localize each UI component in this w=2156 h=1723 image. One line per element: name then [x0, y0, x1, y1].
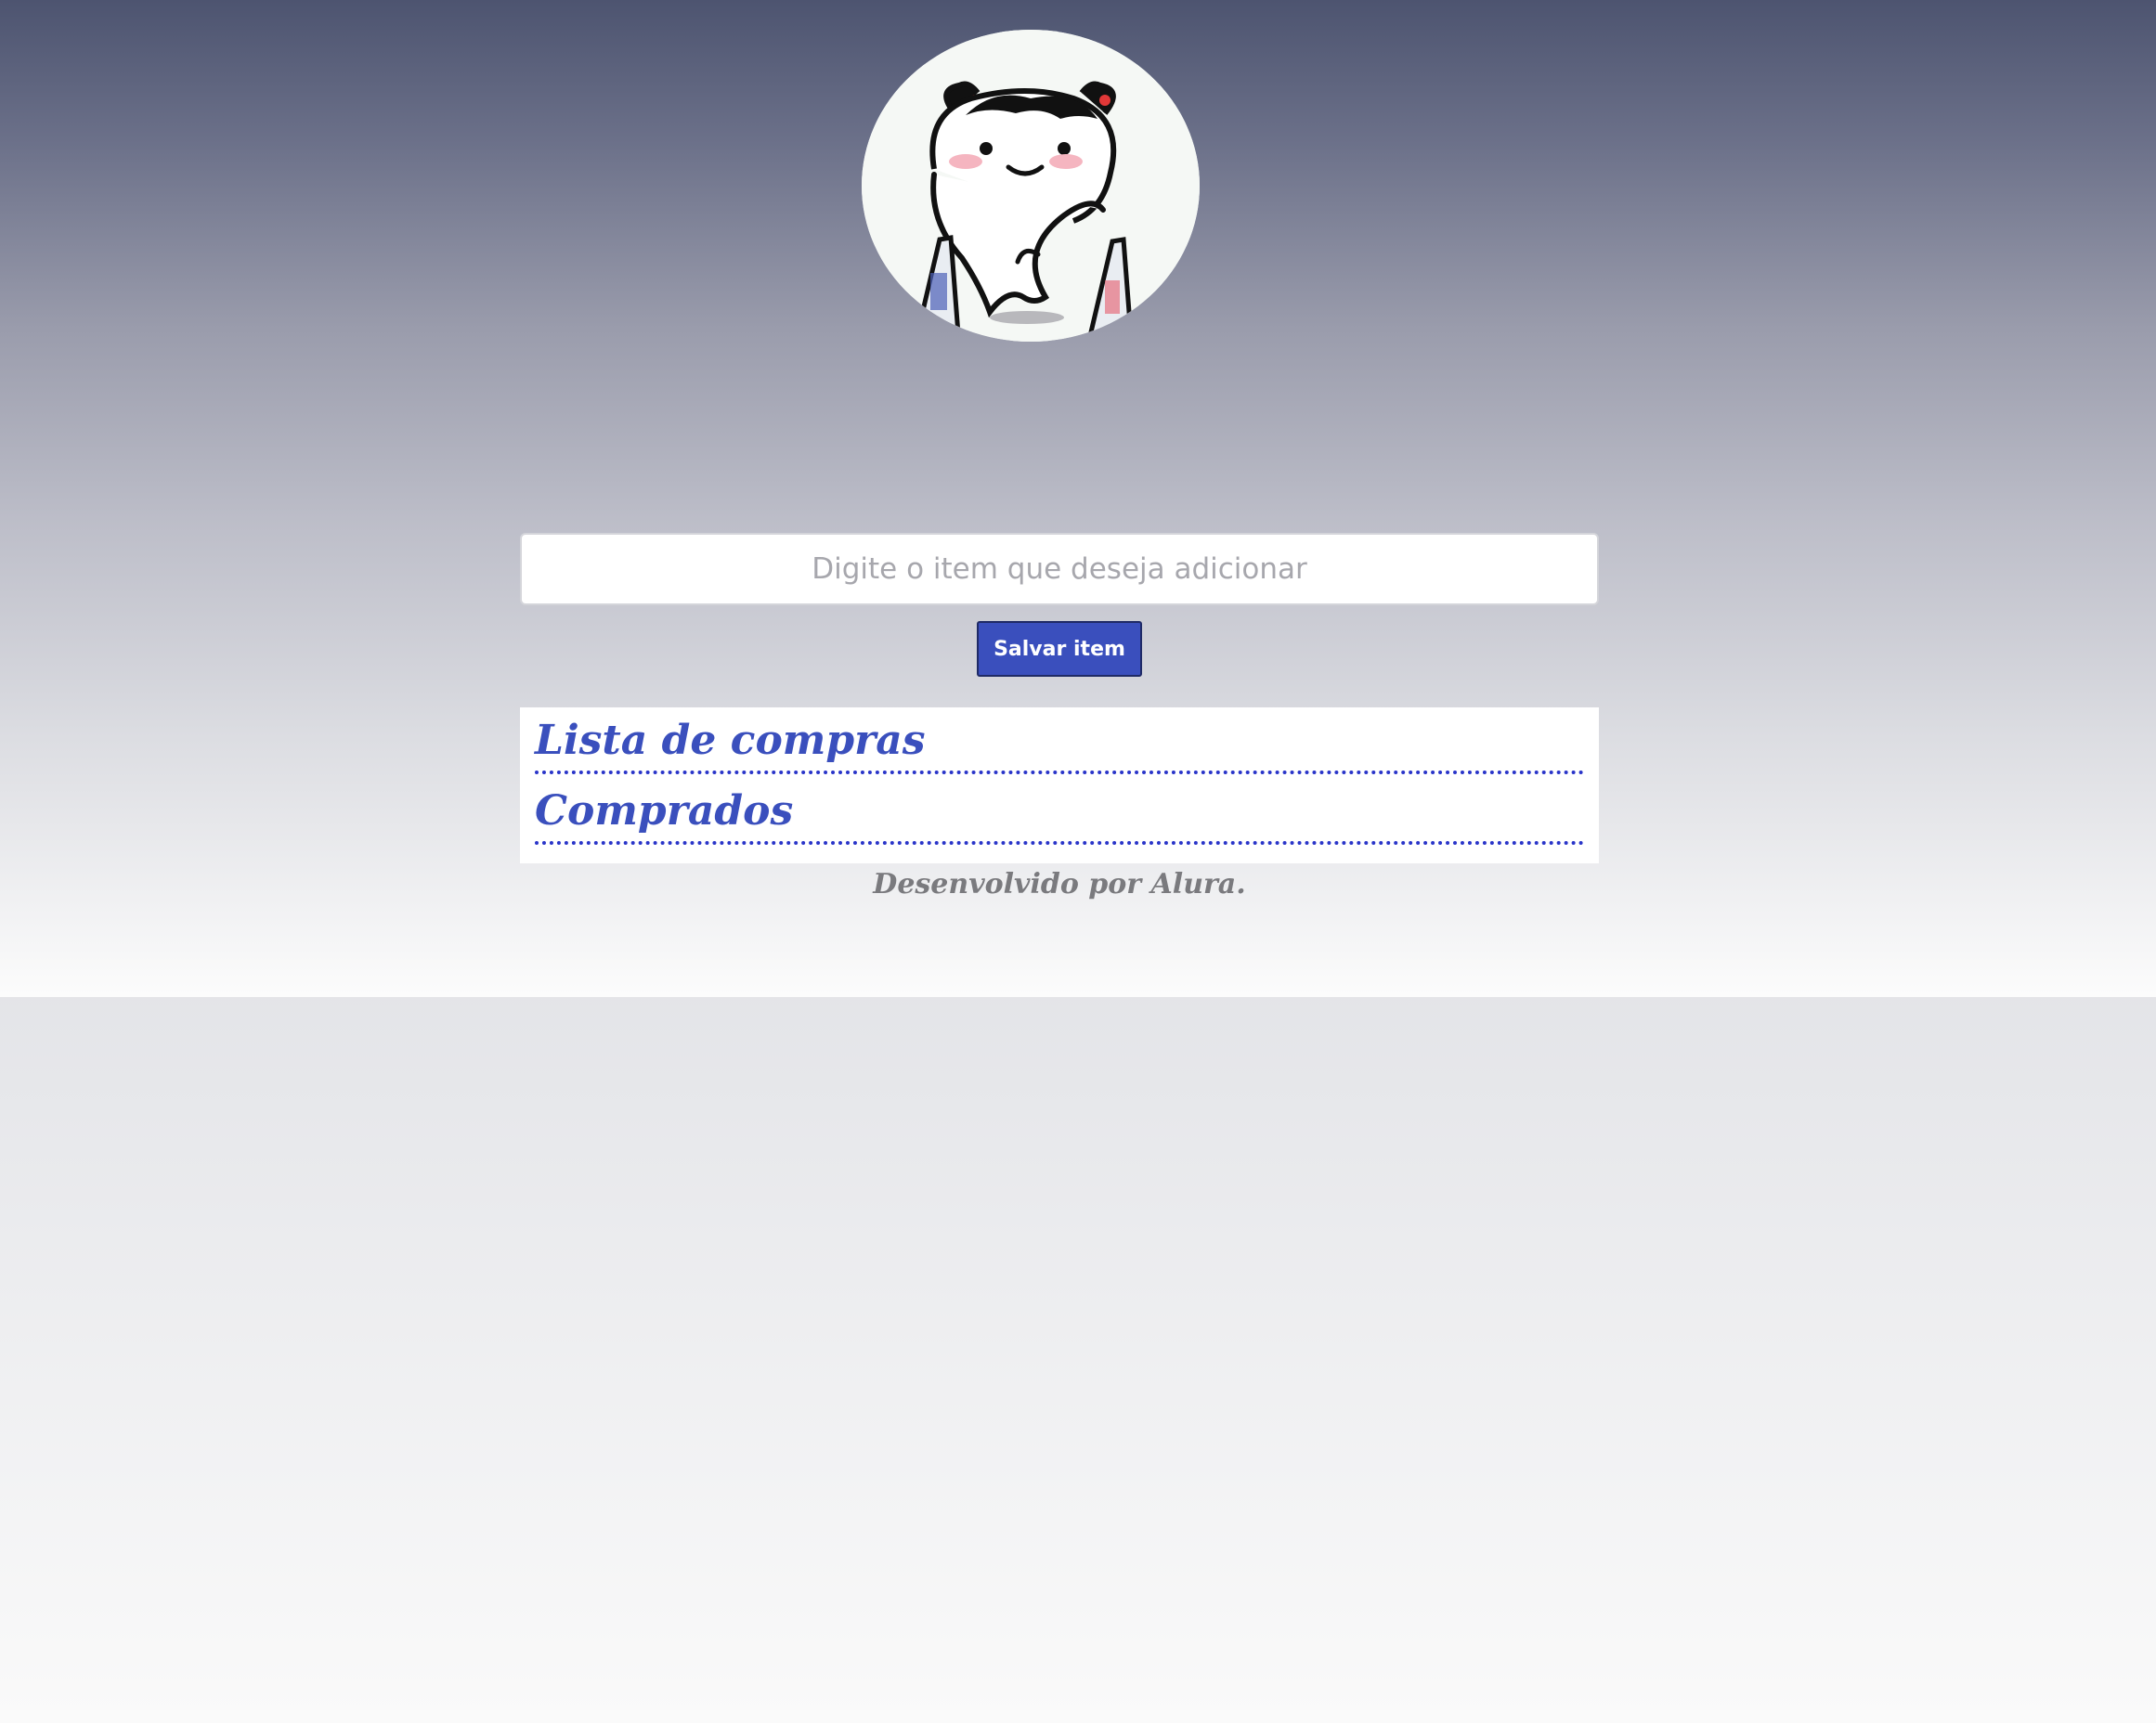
page-header-background: Salvar item Lista de compras Comprados D…	[0, 0, 2156, 997]
shopping-girl-icon	[862, 30, 1200, 342]
save-item-button[interactable]: Salvar item	[977, 621, 1142, 677]
footer-credit: Desenvolvido por Alura.	[873, 868, 1246, 900]
item-input[interactable]	[520, 533, 1599, 605]
shopping-list-heading: Lista de compras	[535, 707, 1584, 774]
avatar	[862, 30, 1200, 342]
purchased-list-heading: Comprados	[535, 778, 1584, 845]
lists-panel: Lista de compras Comprados	[520, 707, 1599, 863]
